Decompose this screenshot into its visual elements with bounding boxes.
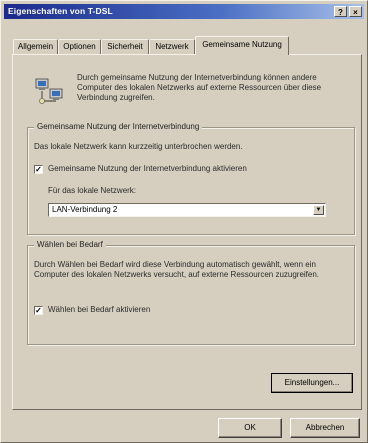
- help-button[interactable]: ?: [334, 6, 347, 17]
- sharing-group-title: Gemeinsame Nutzung der Internetverbindun…: [34, 122, 203, 131]
- sharing-note: Das lokale Netzwerk kann kurzzeitig unte…: [34, 142, 243, 151]
- dial-group-title: Wählen bei Bedarf: [34, 240, 106, 249]
- dial-checkbox[interactable]: ✓: [34, 306, 43, 315]
- close-button[interactable]: ×: [349, 6, 362, 17]
- cancel-button[interactable]: Abbrechen: [290, 418, 360, 438]
- tab-netzwerk[interactable]: Netzwerk: [149, 39, 195, 54]
- chevron-down-icon[interactable]: ▼: [313, 205, 324, 215]
- network-computers-icon: [35, 78, 63, 104]
- properties-dialog: Eigenschaften von T-DSL ? × Allgemein Op…: [0, 0, 368, 443]
- intro-description: Durch gemeinsame Nutzung der Internetver…: [77, 73, 322, 102]
- lan-connection-value: LAN-Verbindung 2: [52, 205, 118, 214]
- tab-sicherheit[interactable]: Sicherheit: [101, 39, 149, 54]
- tab-allgemein[interactable]: Allgemein: [13, 39, 58, 54]
- tab-optionen[interactable]: Optionen: [58, 39, 101, 54]
- dial-on-demand-group: Wählen bei Bedarf Durch Wählen bei Bedar…: [27, 240, 355, 345]
- sharing-checkbox-label[interactable]: Gemeinsame Nutzung der Internetverbindun…: [48, 164, 348, 174]
- ok-button[interactable]: OK: [218, 418, 282, 438]
- sharing-checkbox[interactable]: ✓: [34, 165, 43, 174]
- settings-button[interactable]: Einstellungen...: [271, 373, 353, 393]
- lan-connection-select[interactable]: LAN-Verbindung 2 ▼: [48, 203, 326, 217]
- tab-panel: Durch gemeinsame Nutzung der Internetver…: [12, 54, 362, 410]
- dial-description: Durch Wählen bei Bedarf wird diese Verbi…: [34, 260, 320, 279]
- tab-gemeinsame-nutzung[interactable]: Gemeinsame Nutzung: [195, 36, 289, 55]
- window-title: Eigenschaften von T-DSL: [8, 6, 113, 16]
- sharing-group: Gemeinsame Nutzung der Internetverbindun…: [27, 122, 355, 235]
- lan-select-label: Für das lokale Netzwerk:: [48, 186, 137, 195]
- dial-checkbox-label[interactable]: Wählen bei Bedarf aktivieren: [48, 305, 348, 315]
- title-bar[interactable]: Eigenschaften von T-DSL ? ×: [4, 4, 364, 19]
